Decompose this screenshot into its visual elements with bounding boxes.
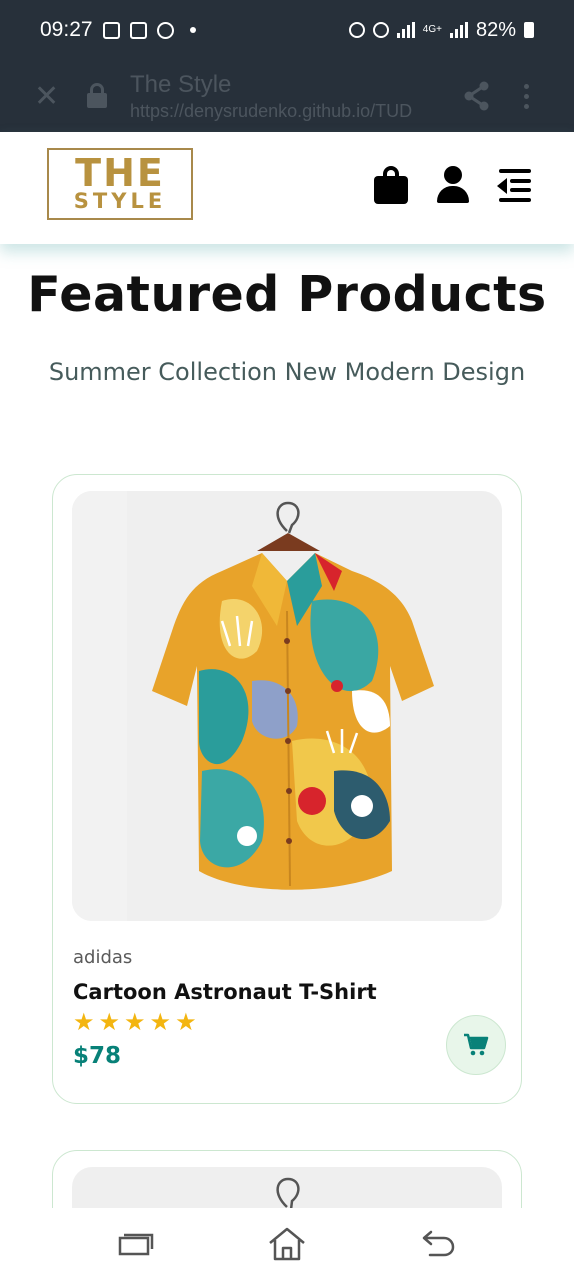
cart-icon <box>464 1033 489 1056</box>
signal-2-icon <box>449 22 468 38</box>
product-card[interactable]: adidas Cartoon Astronaut T-Shirt ★ ★ ★ ★… <box>52 474 522 1104</box>
recent-apps-button[interactable] <box>116 1224 156 1264</box>
section-title: Featured Products <box>27 266 547 323</box>
close-icon[interactable]: ✕ <box>34 79 60 114</box>
gallery-notification-icon <box>102 21 120 39</box>
product-image[interactable] <box>72 491 502 921</box>
logo[interactable]: THE STYLE <box>47 148 193 220</box>
product-name[interactable]: Cartoon Astronaut T-Shirt <box>73 980 377 1004</box>
star-icon: ★ <box>73 1009 95 1036</box>
back-button[interactable] <box>418 1224 458 1264</box>
shopping-bag-icon[interactable] <box>374 166 408 204</box>
product-brand: adidas <box>73 947 133 968</box>
menu-icon[interactable] <box>497 169 531 203</box>
url-text-block[interactable]: The Style https://denysrudenko.github.io… <box>130 71 430 122</box>
recent-apps-icon <box>118 1233 153 1256</box>
status-time: 09:27 <box>40 18 93 41</box>
star-icon: ★ <box>98 1009 121 1036</box>
system-nav-bar <box>0 1208 574 1280</box>
home-button[interactable] <box>267 1224 307 1264</box>
user-icon[interactable] <box>436 166 470 204</box>
site-header: THE STYLE <box>0 132 574 244</box>
app-notification-icon <box>156 21 174 39</box>
hotspot-icon <box>372 22 389 38</box>
linkedin-notification-icon <box>129 21 147 39</box>
product-price: $78 <box>73 1043 122 1069</box>
signal-icon <box>396 22 415 38</box>
add-to-cart-button[interactable] <box>446 1015 506 1075</box>
browser-url-bar: ✕ The Style https://denysrudenko.github.… <box>0 60 574 132</box>
share-icon[interactable] <box>462 81 492 111</box>
star-icon: ★ <box>175 1009 197 1036</box>
alarm-icon <box>348 22 365 38</box>
more-notifications-icon <box>189 27 196 33</box>
battery-icon <box>524 22 534 38</box>
page-url: https://denysrudenko.github.io/TUD <box>130 100 413 121</box>
status-bar: 09:27 4G+ 82% <box>0 0 574 60</box>
star-icon: ★ <box>124 1009 146 1036</box>
logo-line-1: THE <box>75 151 165 195</box>
home-icon <box>269 1227 305 1261</box>
section-subtitle: Summer Collection New Modern Design <box>48 358 526 386</box>
lock-icon[interactable] <box>86 83 108 109</box>
page-title: The Style <box>130 70 232 98</box>
more-options-icon[interactable] <box>524 83 530 109</box>
back-icon <box>423 1230 455 1257</box>
star-icon: ★ <box>149 1009 172 1036</box>
logo-line-2: STYLE <box>73 189 167 213</box>
network-type: 4G+ <box>422 24 442 35</box>
product-rating: ★ ★ ★ ★ ★ <box>73 1011 197 1035</box>
battery-percent: 82% <box>475 18 516 41</box>
